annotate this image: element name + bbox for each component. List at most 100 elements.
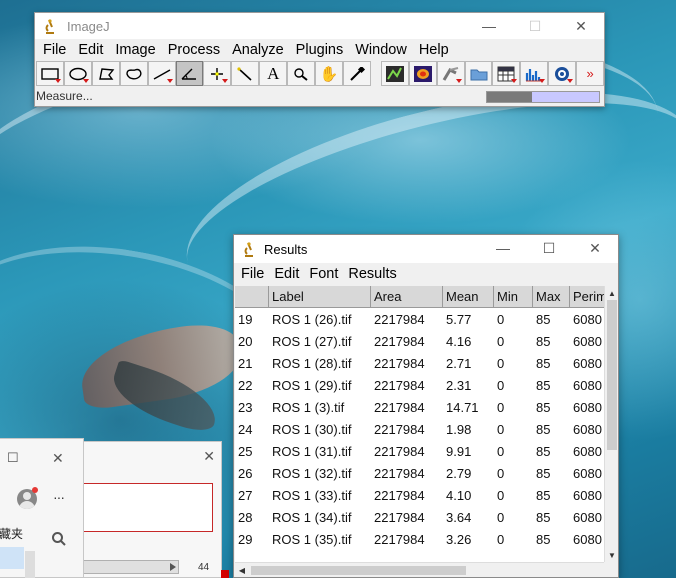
results-window: Results — ☐ ✕ File Edit Font Results Lab… (233, 234, 619, 578)
cell-area: 2217984 (374, 377, 425, 393)
table-row[interactable]: 25 ROS 1 (31).tif 2217984 9.91 0 85 6080 (235, 440, 604, 462)
table-row[interactable]: 29 ROS 1 (35).tif 2217984 3.26 0 85 6080 (235, 528, 604, 550)
menu-results[interactable]: Results (344, 266, 400, 282)
column-header[interactable] (235, 286, 269, 307)
menu-analyze[interactable]: Analyze (228, 42, 288, 58)
update-tools-icon[interactable] (548, 61, 577, 86)
line-tool-icon[interactable] (147, 61, 176, 86)
developer-menu-icon[interactable] (380, 61, 409, 86)
scroll-thumb[interactable] (251, 566, 466, 575)
scroll-down-icon[interactable]: ▼ (605, 548, 619, 562)
menu-window[interactable]: Window (351, 42, 411, 58)
table-row[interactable]: 21 ROS 1 (28).tif 2217984 2.71 0 85 6080 (235, 352, 604, 374)
menu-process[interactable]: Process (164, 42, 224, 58)
rectangle-tool-icon[interactable] (36, 61, 64, 86)
table-row[interactable]: 20 ROS 1 (27).tif 2217984 4.16 0 85 6080 (235, 330, 604, 352)
cell-min: 0 (497, 487, 505, 503)
cell-perim: 6080 (573, 487, 602, 503)
text-tool-icon[interactable]: A (259, 61, 288, 86)
cell-min: 0 (497, 377, 505, 393)
table-row[interactable]: 24 ROS 1 (30).tif 2217984 1.98 0 85 6080 (235, 418, 604, 440)
oval-tool-icon[interactable] (63, 61, 92, 86)
table-row[interactable]: 19 ROS 1 (26).tif 2217984 5.77 0 85 6080 (235, 308, 604, 330)
cell-max: 85 (536, 531, 551, 547)
cell-min: 0 (497, 465, 505, 481)
polygon-tool-icon[interactable] (91, 61, 120, 86)
close-button[interactable]: ✕ (572, 235, 618, 261)
cell-mean: 2.79 (446, 465, 472, 481)
menu-file[interactable]: File (237, 266, 268, 282)
freehand-tool-icon[interactable] (119, 61, 148, 86)
cell-mean: 14.71 (446, 399, 479, 415)
cell-perim: 6080 (573, 443, 602, 459)
minimize-button[interactable]: — (466, 13, 512, 39)
close-icon[interactable]: ✕ (203, 448, 215, 465)
maximize-button[interactable]: ☐ (512, 13, 558, 39)
table-row[interactable]: 23 ROS 1 (3).tif 2217984 14.71 0 85 6080 (235, 396, 604, 418)
row-number: 29 (238, 531, 253, 547)
table-row[interactable]: 26 ROS 1 (32).tif 2217984 2.79 0 85 6080 (235, 462, 604, 484)
close-button[interactable]: ✕ (558, 13, 604, 39)
cell-label: ROS 1 (26).tif (272, 311, 352, 327)
dropper-tool-icon[interactable] (342, 61, 371, 86)
slider-arrow-icon[interactable] (170, 563, 176, 571)
histogram-tools-icon[interactable] (520, 61, 549, 86)
cell-max: 85 (536, 509, 551, 525)
horizontal-slider[interactable] (83, 560, 179, 574)
stack-tools-icon[interactable] (436, 61, 465, 86)
lut-menu-icon[interactable] (408, 61, 437, 86)
highlighted-field[interactable] (83, 483, 213, 532)
more-tools-button[interactable]: » (576, 61, 605, 86)
cell-min: 0 (497, 399, 505, 415)
scroll-left-icon[interactable]: ◀ (235, 563, 249, 577)
hand-tool-icon[interactable]: ✋ (315, 61, 343, 86)
table-row[interactable]: 28 ROS 1 (34).tif 2217984 3.64 0 85 6080 (235, 506, 604, 528)
list-selection[interactable] (0, 547, 24, 569)
angle-tool-icon[interactable] (175, 61, 204, 86)
menu-image[interactable]: Image (111, 42, 159, 58)
column-header[interactable]: Perim (570, 286, 604, 307)
row-number: 28 (238, 509, 253, 525)
scroll-up-icon[interactable]: ▲ (605, 286, 619, 300)
count-label: 44 (198, 562, 210, 573)
more-icon[interactable]: ··· (53, 489, 65, 505)
cell-area: 2217984 (374, 465, 425, 481)
menu-edit[interactable]: Edit (74, 42, 107, 58)
menu-help[interactable]: Help (415, 42, 453, 58)
menu-file[interactable]: File (39, 42, 70, 58)
point-tool-icon[interactable] (203, 61, 232, 86)
scroll-thumb[interactable] (607, 300, 617, 450)
vertical-scrollbar[interactable]: ▲ ▼ (604, 286, 618, 562)
cell-min: 0 (497, 509, 505, 525)
column-header[interactable]: Max (533, 286, 570, 307)
menu-font[interactable]: Font (305, 266, 342, 282)
maximize-icon[interactable]: ☐ (7, 450, 19, 466)
cell-perim: 6080 (573, 465, 602, 481)
table-row[interactable]: 22 ROS 1 (29).tif 2217984 2.31 0 85 6080 (235, 374, 604, 396)
cell-area: 2217984 (374, 443, 425, 459)
search-icon[interactable] (51, 531, 67, 552)
cell-max: 85 (536, 333, 551, 349)
cell-min: 0 (497, 421, 505, 437)
column-header[interactable]: Area (371, 286, 443, 307)
window-title: Results (264, 241, 308, 257)
maximize-button[interactable]: ☐ (526, 235, 572, 261)
cell-label: ROS 1 (34).tif (272, 509, 352, 525)
imagej-titlebar[interactable]: ImageJ — ☐ ✕ (35, 13, 604, 39)
vertical-scrollbar[interactable] (25, 551, 35, 578)
table-row[interactable]: 27 ROS 1 (33).tif 2217984 4.10 0 85 6080 (235, 484, 604, 506)
cell-max: 85 (536, 465, 551, 481)
column-header[interactable]: Label (269, 286, 371, 307)
table-tools-icon[interactable] (492, 61, 521, 86)
column-header[interactable]: Mean (443, 286, 494, 307)
menu-plugins[interactable]: Plugins (292, 42, 348, 58)
wand-tool-icon[interactable] (231, 61, 260, 86)
results-titlebar[interactable]: Results — ☐ ✕ (234, 235, 618, 263)
open-folder-icon[interactable] (464, 61, 493, 86)
menu-edit[interactable]: Edit (270, 266, 303, 282)
magnifier-tool-icon[interactable] (287, 61, 316, 86)
column-header[interactable]: Min (494, 286, 533, 307)
minimize-button[interactable]: — (480, 235, 526, 261)
close-icon[interactable]: ✕ (52, 450, 64, 467)
horizontal-scrollbar[interactable]: ◀ (235, 562, 604, 577)
